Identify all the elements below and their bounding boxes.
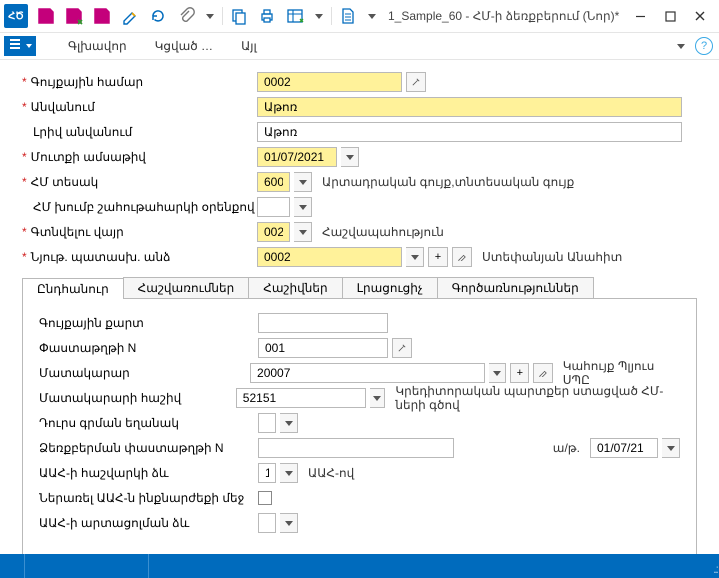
fa-group-input[interactable]: [257, 197, 290, 217]
lbl-inventory-number: Գույքային համար: [31, 75, 143, 89]
export-dropdown-icon[interactable]: [309, 6, 329, 26]
tabstrip: Ընդհանուր Հաշվառումներ Հաշիվներ Լրացուցի…: [22, 277, 697, 299]
fa-type-dropdown-icon[interactable]: [294, 172, 312, 192]
close-button[interactable]: [685, 2, 715, 30]
form-area: *Գույքային համար *Անվանում Լրիվ անվանում…: [0, 60, 719, 555]
minimize-button[interactable]: [625, 2, 655, 30]
lbl-acq-date: ա/թ.: [553, 441, 580, 455]
tab-accounts[interactable]: Հաշիվներ: [248, 277, 342, 298]
vat-in-cost-checkbox[interactable]: [258, 491, 272, 505]
tab-accounting[interactable]: Հաշվառումներ: [123, 277, 250, 298]
view-switcher[interactable]: [4, 36, 36, 56]
full-name-input[interactable]: [257, 122, 682, 142]
fa-group-dropdown-icon[interactable]: [294, 197, 312, 217]
fa-type-input[interactable]: [257, 172, 290, 192]
tab-general[interactable]: Ընդհանուր: [22, 278, 124, 299]
vat-method-input[interactable]: [258, 463, 276, 483]
menubar: Գլխավոր Կցված … Այլ ?: [0, 32, 719, 60]
app-logo: ՀԾ: [4, 4, 28, 28]
location-input[interactable]: [257, 222, 290, 242]
attach-dropdown-icon[interactable]: [200, 6, 220, 26]
vat-method-desc: ԱԱՀ-ով: [308, 466, 354, 480]
statusbar: ..:: [0, 554, 719, 578]
tab-page-general: Գույքային քարտ Փաստաթղթի N Մատակարար + Կ…: [22, 299, 697, 555]
vat-reflection-input[interactable]: [258, 513, 276, 533]
doc-number-wand-icon[interactable]: [392, 338, 412, 358]
lbl-responsible: Նյութ. պատասխ. անձ: [31, 250, 171, 264]
print-icon[interactable]: [253, 2, 281, 30]
lbl-doc-number: Փաստաթղթի N: [39, 341, 136, 355]
location-dropdown-icon[interactable]: [294, 222, 312, 242]
save-new-icon[interactable]: [88, 2, 116, 30]
lbl-fa-type: ՀՄ տեսակ: [31, 175, 99, 189]
acq-doc-number-input[interactable]: [258, 438, 454, 458]
lbl-vat-method: ԱԱՀ-ի հաշվարկի ձև: [39, 466, 169, 480]
supplier-account-desc: Կրեդիտորական պարտքեր ստացված ՀՄ-ների գծո…: [395, 384, 680, 412]
acq-date-dropdown-icon[interactable]: [662, 438, 680, 458]
document-dropdown-icon[interactable]: [362, 6, 382, 26]
supplier-add-icon[interactable]: +: [510, 363, 529, 383]
titlebar: ՀԾ 1_Sample_60 - ՀՄ-ի ձեռքբերում (Նոր)*: [0, 0, 719, 32]
refresh-icon[interactable]: [144, 2, 172, 30]
lbl-acq-doc-number: Ձեռքբերման փաստաթղթի N: [39, 441, 224, 455]
lbl-supplier: Մատակարար: [39, 366, 130, 380]
resize-grip-icon[interactable]: ..:: [713, 562, 717, 576]
lbl-inventory-card: Գույքային քարտ: [39, 316, 144, 330]
lbl-entry-date: Մուտքի ամսաթիվ: [31, 150, 146, 164]
location-desc: Հաշվապահություն: [322, 225, 444, 239]
vat-method-dropdown-icon[interactable]: [280, 463, 298, 483]
menu-attach[interactable]: Կցված …: [141, 39, 227, 53]
inventory-card-input[interactable]: [258, 313, 388, 333]
inventory-number-input[interactable]: [257, 72, 402, 92]
supplier-desc: Կահույք Պլյուս ՍՊԸ: [563, 359, 680, 387]
name-input[interactable]: [257, 97, 682, 117]
tab-operations[interactable]: Գործառնություններ: [437, 277, 594, 298]
responsible-dropdown-icon[interactable]: [406, 247, 424, 267]
lbl-vat-reflection: ԱԱՀ-ի արտացոլման ձև: [39, 516, 189, 530]
copy-icon[interactable]: [225, 2, 253, 30]
tab-additional[interactable]: Լրացուցիչ: [342, 277, 438, 298]
window-title: 1_Sample_60 - ՀՄ-ի ձեռքբերում (Նոր)*: [382, 9, 625, 23]
lbl-supplier-account: Մատակարարի հաշիվ: [39, 391, 181, 405]
expense-method-dropdown-icon[interactable]: [280, 413, 298, 433]
lbl-location: Գտնվելու վայր: [31, 225, 124, 239]
supplier-edit-icon[interactable]: [533, 363, 552, 383]
lbl-fa-group: ՀՄ խումբ շահութահարկի օրենքով: [33, 200, 255, 214]
lbl-name: Անվանում: [31, 100, 95, 114]
responsible-desc: Ստեփանյան Անահիտ: [482, 250, 622, 264]
doc-number-input[interactable]: [258, 338, 388, 358]
menubar-caret-icon[interactable]: [671, 36, 691, 56]
supplier-account-input[interactable]: [236, 388, 366, 408]
menu-other[interactable]: Այլ: [227, 39, 271, 53]
lbl-vat-in-cost: Ներառել ԱԱՀ-ն ինքնարժեքի մեջ: [39, 491, 244, 505]
save-icon[interactable]: [32, 2, 60, 30]
help-button[interactable]: ?: [695, 37, 713, 55]
export-icon[interactable]: [281, 2, 309, 30]
attach-icon[interactable]: [172, 2, 200, 30]
vat-reflection-dropdown-icon[interactable]: [280, 513, 298, 533]
responsible-add-icon[interactable]: +: [428, 247, 448, 267]
supplier-input[interactable]: [250, 363, 485, 383]
lbl-expense-method: Դուրս գրման եղանակ: [39, 416, 179, 430]
edit-icon[interactable]: [116, 2, 144, 30]
save-close-icon[interactable]: [60, 2, 88, 30]
maximize-button[interactable]: [655, 2, 685, 30]
lbl-full-name: Լրիվ անվանում: [33, 125, 132, 139]
expense-method-input[interactable]: [258, 413, 276, 433]
responsible-input[interactable]: [257, 247, 402, 267]
entry-date-input[interactable]: [257, 147, 337, 167]
menu-main[interactable]: Գլխավոր: [54, 39, 141, 53]
fa-type-desc: Արտադրական գույք,տնտեսական գույք: [322, 175, 574, 189]
document-icon[interactable]: [334, 2, 362, 30]
inventory-number-wand-icon[interactable]: [406, 72, 426, 92]
responsible-edit-icon[interactable]: [452, 247, 472, 267]
entry-date-dropdown-icon[interactable]: [341, 147, 359, 167]
supplier-dropdown-icon[interactable]: [489, 363, 506, 383]
supplier-account-dropdown-icon[interactable]: [370, 388, 386, 408]
acq-date-input[interactable]: [590, 438, 658, 458]
